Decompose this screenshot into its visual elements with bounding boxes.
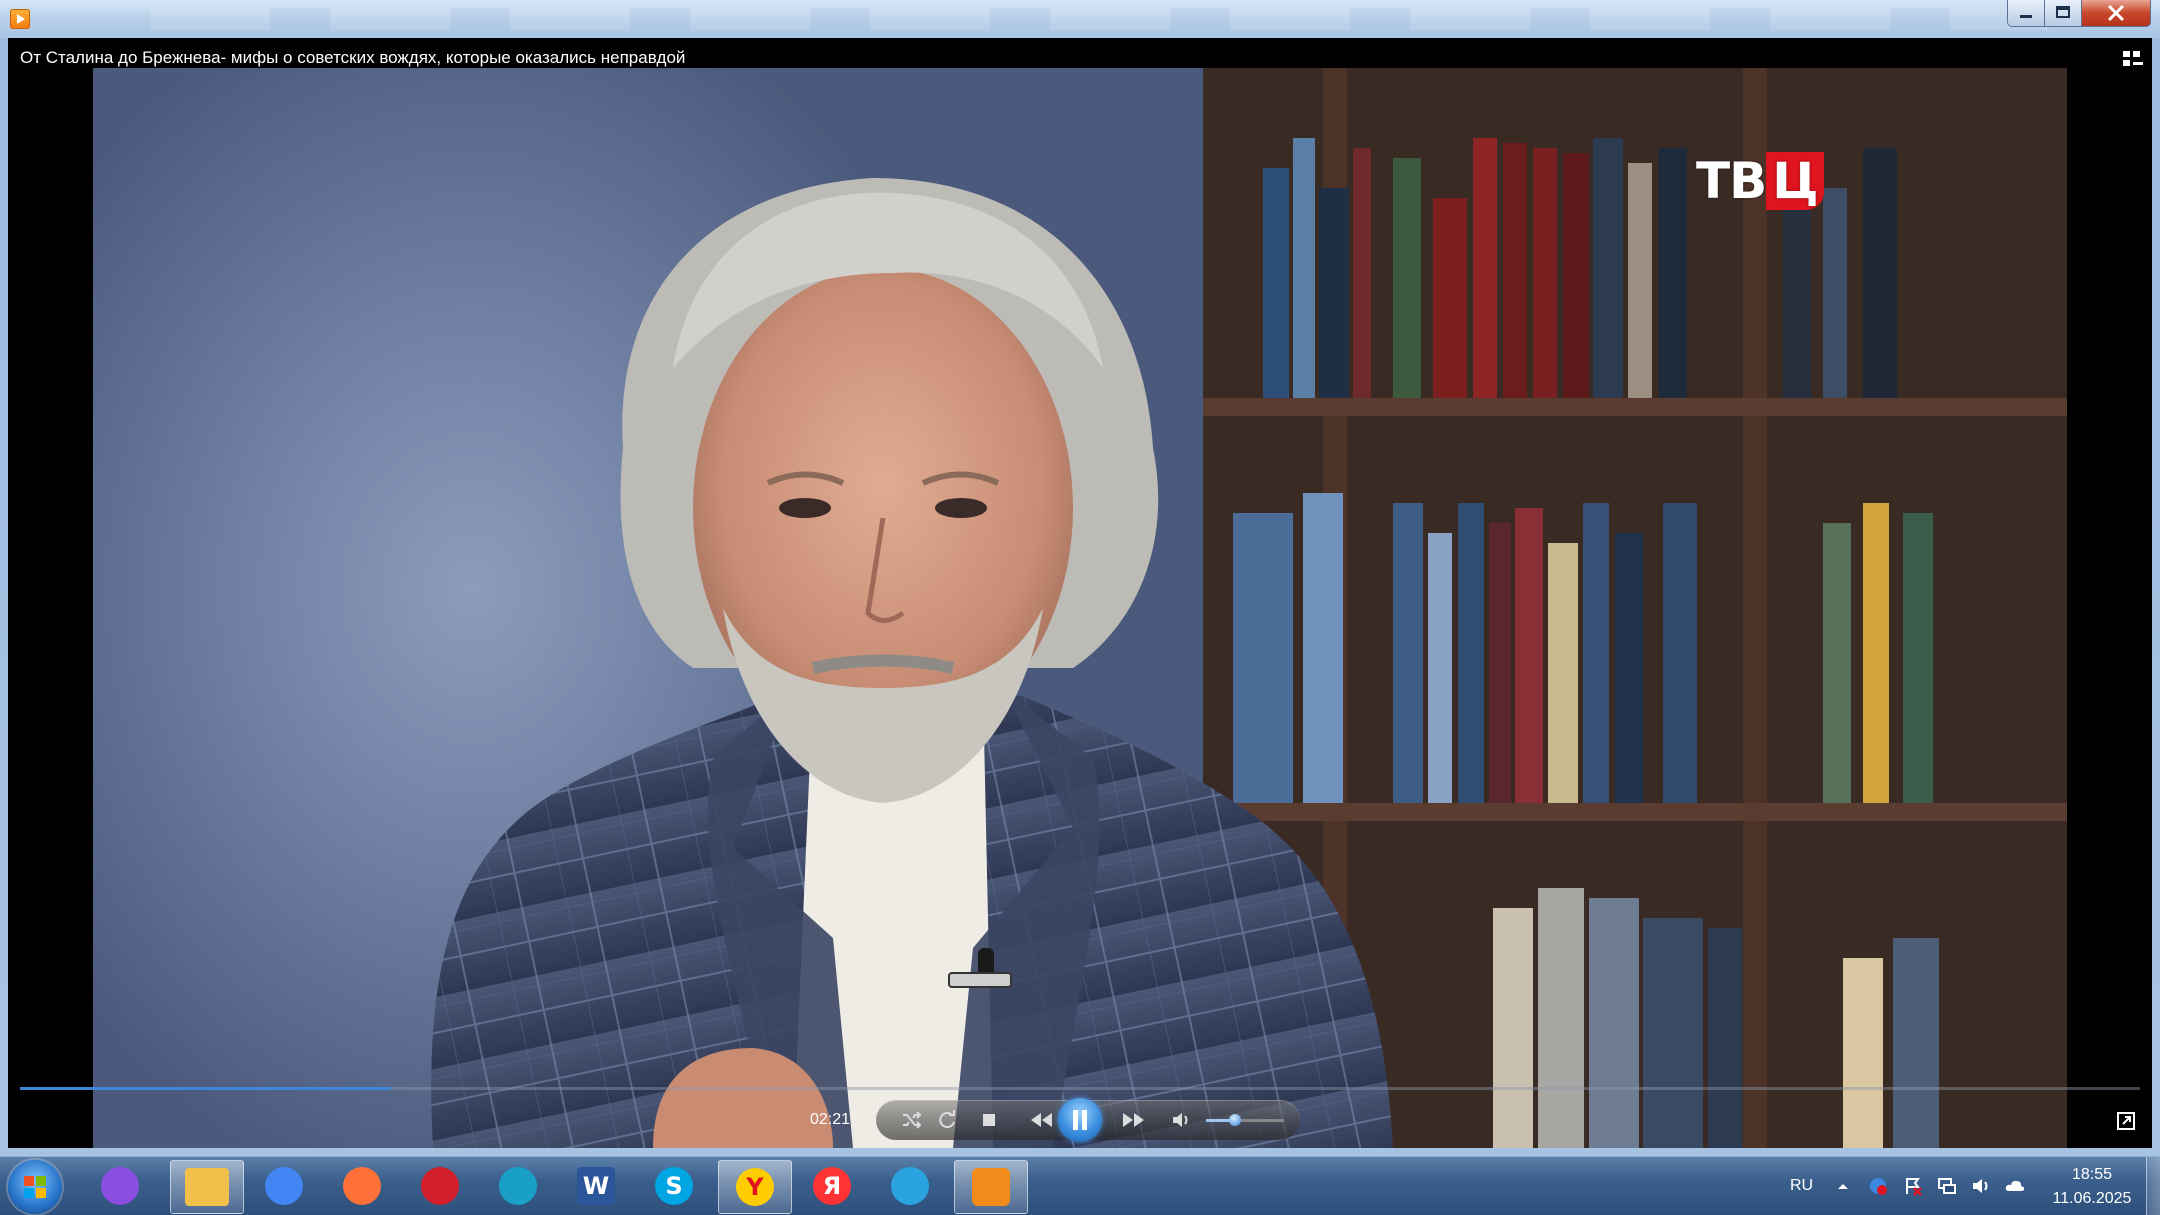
taskbar-app-media-player[interactable] xyxy=(954,1160,1028,1214)
speaker-icon[interactable] xyxy=(1971,1176,1991,1196)
yandex-disk-icon[interactable] xyxy=(1868,1176,1888,1196)
stop-icon xyxy=(983,1114,995,1126)
show-hidden-icon[interactable] xyxy=(1833,1176,1853,1196)
skype-icon: S xyxy=(655,1167,693,1205)
rewind-button[interactable] xyxy=(1028,1109,1054,1131)
alice-icon xyxy=(101,1167,139,1205)
taskbar-app-chrome[interactable] xyxy=(248,1160,320,1212)
maximize-icon xyxy=(2056,6,2070,18)
video-title: От Сталина до Брежнева- мифы о советских… xyxy=(20,48,686,67)
telegram-icon xyxy=(891,1167,929,1205)
titlebar-background-glass xyxy=(150,8,2050,30)
presenter-figure xyxy=(431,178,1393,1148)
pause-icon xyxy=(1073,1110,1087,1130)
pause-button[interactable] xyxy=(1058,1098,1102,1142)
fullscreen-icon[interactable] xyxy=(2116,1111,2136,1131)
taskbar-app-edge[interactable] xyxy=(482,1160,554,1212)
window-titlebar[interactable] xyxy=(0,0,2160,38)
current-time: 02:21 xyxy=(810,1111,851,1128)
firefox-icon xyxy=(343,1167,381,1205)
seek-bar[interactable] xyxy=(20,1087,2140,1090)
yandex-icon: Я xyxy=(813,1167,851,1205)
taskbar-app-skype[interactable]: S xyxy=(638,1160,710,1212)
taskbar-app-firefox[interactable] xyxy=(326,1160,398,1212)
action-center-flag-icon[interactable] xyxy=(1903,1176,1923,1196)
edge-icon xyxy=(499,1167,537,1205)
clock-date[interactable]: 11.06.2025 xyxy=(2037,1190,2147,1208)
word-icon: W xyxy=(577,1167,615,1205)
channel-logo-text: ТВ xyxy=(1696,152,1767,210)
chrome-icon xyxy=(265,1167,303,1205)
maximize-button[interactable] xyxy=(2044,0,2082,27)
channel-logo-accent: Ц xyxy=(1766,152,1824,210)
volume-slider-knob[interactable] xyxy=(1229,1114,1241,1126)
minimize-icon xyxy=(2020,15,2032,18)
folder-icon xyxy=(185,1168,229,1206)
volume-icon xyxy=(1173,1113,1188,1127)
desktop-screen: ТВ Ц От Сталина до Брежнева- мифы о совет… xyxy=(0,0,2160,1215)
taskbar-app-yandex[interactable]: Я xyxy=(796,1160,868,1212)
network-icon[interactable] xyxy=(1937,1176,1957,1196)
taskbar-app-opera[interactable] xyxy=(404,1160,476,1212)
rewind-icon xyxy=(1031,1113,1052,1127)
taskbar-app-word[interactable]: W xyxy=(560,1160,632,1212)
taskbar-app-yandex-browser[interactable]: Y xyxy=(718,1160,792,1214)
start-button[interactable] xyxy=(8,1160,62,1214)
volume-slider-fill xyxy=(1206,1119,1231,1122)
seek-bar-progress xyxy=(20,1087,391,1090)
minimize-button[interactable] xyxy=(2007,0,2045,27)
windows-logo-icon xyxy=(24,1176,46,1198)
fast-forward-button[interactable] xyxy=(1121,1109,1147,1131)
show-desktop-button[interactable] xyxy=(2146,1157,2160,1215)
taskbar-app-alice[interactable] xyxy=(84,1160,156,1212)
close-button[interactable] xyxy=(2081,0,2151,27)
volume-slider[interactable] xyxy=(1206,1119,1284,1122)
video-surface[interactable]: ТВ Ц От Сталина до Брежнева- мифы о совет… xyxy=(8,38,2152,1148)
repeat-icon xyxy=(939,1110,955,1129)
video-frame[interactable]: ТВ Ц xyxy=(93,68,2067,1148)
shuffle-button[interactable] xyxy=(900,1109,922,1131)
repeat-button[interactable] xyxy=(936,1109,958,1131)
playlist-icon[interactable] xyxy=(2123,50,2143,68)
cloud-icon[interactable] xyxy=(2004,1176,2024,1196)
opera-icon xyxy=(421,1167,459,1205)
close-icon xyxy=(2107,4,2125,22)
channel-logo: ТВ Ц xyxy=(1696,152,1824,210)
yandex-browser-icon: Y xyxy=(736,1168,774,1206)
language-indicator[interactable]: RU xyxy=(1790,1177,1813,1195)
stop-button[interactable] xyxy=(978,1109,1000,1131)
clock-time[interactable]: 18:55 xyxy=(2037,1166,2147,1184)
shuffle-icon xyxy=(903,1111,922,1129)
taskbar: RU 18:55 11.06.2025 W S Y Я xyxy=(0,1156,2160,1215)
fast-forward-icon xyxy=(1123,1113,1144,1127)
player-window: ТВ Ц От Сталина до Брежнева- мифы о совет… xyxy=(0,0,2160,1156)
media-player-icon[interactable] xyxy=(10,9,30,29)
taskbar-app-explorer[interactable] xyxy=(170,1160,244,1214)
mute-button[interactable] xyxy=(1170,1109,1192,1131)
taskbar-app-telegram[interactable] xyxy=(874,1160,946,1212)
media-player-icon xyxy=(972,1168,1010,1206)
